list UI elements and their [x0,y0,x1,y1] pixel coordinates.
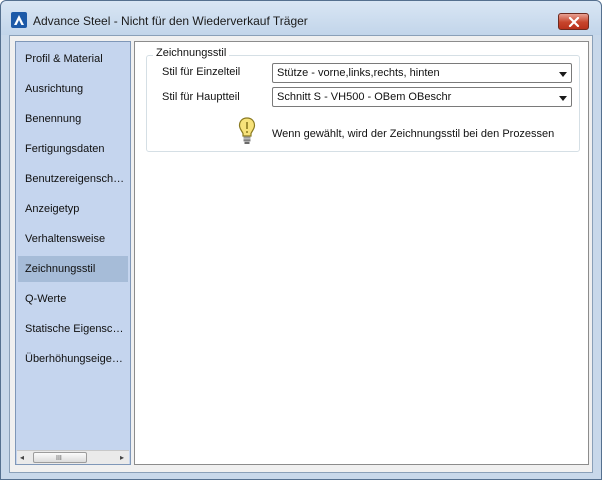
close-button[interactable] [558,13,589,30]
window-title: Advance Steel - Nicht für den Wiederverk… [33,14,308,28]
scrollbar-grip-icon: III [56,455,62,462]
stil-einzelteil-dropdown[interactable]: Stütze - vorne,links,rechts, hinten [272,63,572,83]
chevron-down-icon [559,96,567,101]
sidebar-item-fertigungsdaten[interactable]: Fertigungsdaten [18,136,128,162]
horizontal-scrollbar[interactable]: ◂ III ▸ [17,450,129,464]
sidebar-item-anzeigetyp[interactable]: Anzeigetyp [18,196,128,222]
lightbulb-icon [238,117,256,144]
category-list: Profil & Material Ausrichtung Benennung … [15,41,131,465]
stil-hauptteil-label: Stil für Hauptteil [162,91,240,103]
sidebar-item-benutzereigenschaften[interactable]: Benutzereigenschaften [18,166,128,192]
stil-hauptteil-value: Schnitt S - VH500 - OBem OBeschr [277,91,452,103]
chevron-down-icon [559,72,567,77]
sidebar-item-profil-material[interactable]: Profil & Material [18,46,128,72]
scroll-right-icon[interactable]: ▸ [120,454,124,462]
dialog-body: Profil & Material Ausrichtung Benennung … [9,35,593,473]
stil-einzelteil-label: Stil für Einzelteil [162,66,241,78]
properties-panel: Zeichnungsstil Stil für Einzelteil Stütz… [134,41,589,465]
sidebar-item-statische-eigenschaften[interactable]: Statische Eigenschaften [18,316,128,342]
stil-einzelteil-value: Stütze - vorne,links,rechts, hinten [277,67,440,79]
advance-steel-logo-icon [11,12,27,28]
scrollbar-thumb[interactable]: III [33,452,87,463]
scroll-left-icon[interactable]: ◂ [20,454,24,462]
title-bar[interactable]: Advance Steel - Nicht für den Wiederverk… [1,1,601,35]
sidebar-item-zeichnungsstil[interactable]: Zeichnungsstil [18,256,128,282]
close-icon [568,17,580,27]
sidebar-item-benennung[interactable]: Benennung [18,106,128,132]
sidebar-item-verhaltensweise[interactable]: Verhaltensweise [18,226,128,252]
hint-text: Wenn gewählt, wird der Zeichnungsstil be… [272,128,555,140]
dialog-window: Advance Steel - Nicht für den Wiederverk… [0,0,602,480]
sidebar-item-q-werte[interactable]: Q-Werte [18,286,128,312]
stil-hauptteil-dropdown[interactable]: Schnitt S - VH500 - OBem OBeschr [272,87,572,107]
sidebar-item-ueberhoehungseigenschaften[interactable]: Überhöhungseigenschaften [18,346,128,372]
group-title: Zeichnungsstil [153,47,230,59]
sidebar-item-ausrichtung[interactable]: Ausrichtung [18,76,128,102]
